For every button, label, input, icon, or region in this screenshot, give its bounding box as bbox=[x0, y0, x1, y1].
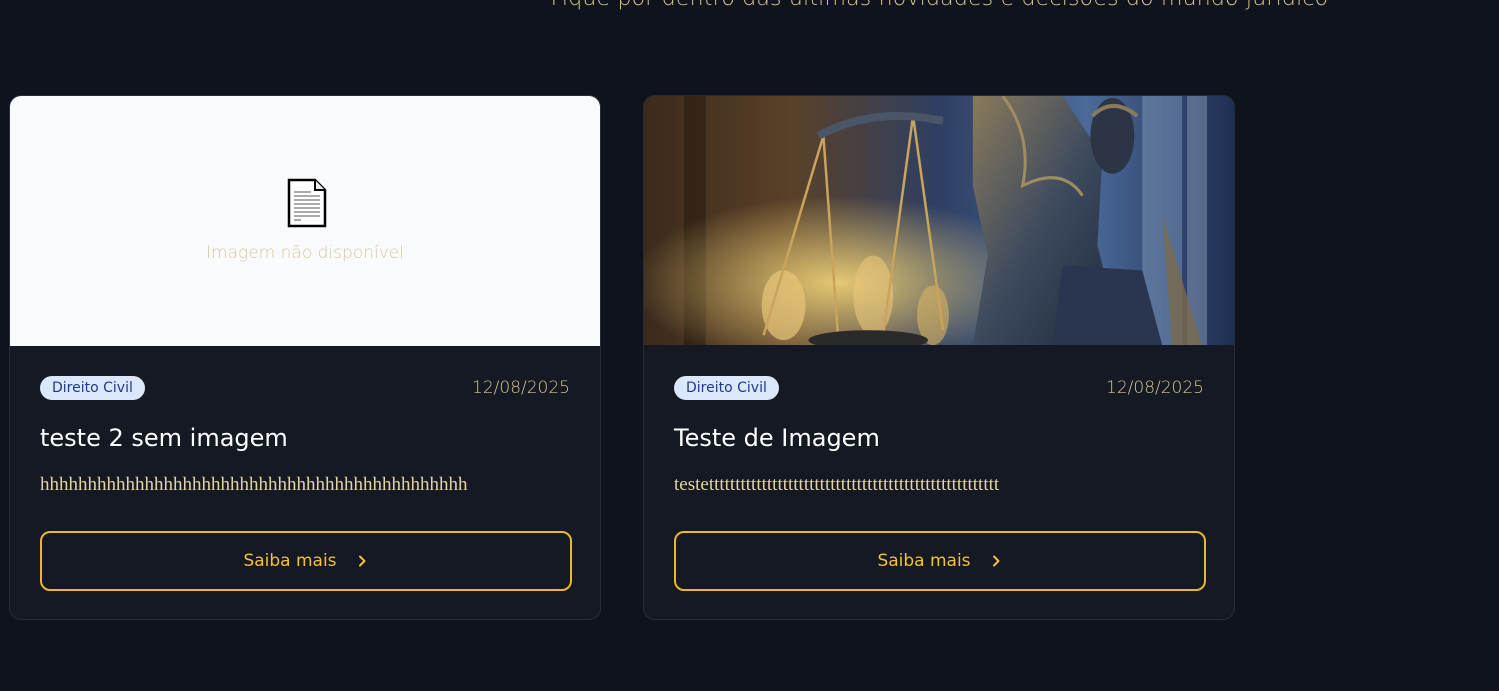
news-card: Direito Civil 12/08/2025 Teste de Imagem… bbox=[643, 95, 1235, 620]
post-date: 12/08/2025 bbox=[1106, 378, 1204, 398]
category-badge: Direito Civil bbox=[40, 376, 145, 400]
post-title[interactable]: teste 2 sem imagem bbox=[40, 424, 288, 452]
chevron-right-icon bbox=[358, 555, 366, 567]
post-date: 12/08/2025 bbox=[472, 378, 570, 398]
chevron-right-icon bbox=[992, 555, 1000, 567]
lady-justice-statue-photo bbox=[644, 96, 1234, 346]
image-placeholder: Imagem não disponível bbox=[10, 96, 600, 346]
post-excerpt: testettttttttttttttttttttttttttttttttttt… bbox=[674, 474, 1000, 495]
placeholder-text: Imagem não disponível bbox=[206, 243, 404, 263]
section-subtitle: Fique por dentro das últimas novidades e… bbox=[0, 0, 1499, 11]
read-more-label: Saiba mais bbox=[243, 551, 337, 571]
post-excerpt: hhhhhhhhhhhhhhhhhhhhhhhhhhhhhhhhhhhhhhhh… bbox=[40, 474, 468, 495]
category-badge: Direito Civil bbox=[674, 376, 779, 400]
document-icon bbox=[287, 178, 327, 228]
read-more-label: Saiba mais bbox=[877, 551, 971, 571]
news-section: Fique por dentro das últimas novidades e… bbox=[0, 0, 1499, 691]
post-image[interactable] bbox=[644, 96, 1234, 346]
read-more-button[interactable]: Saiba mais bbox=[674, 531, 1206, 591]
read-more-button[interactable]: Saiba mais bbox=[40, 531, 572, 591]
news-card: Imagem não disponível Direito Civil 12/0… bbox=[9, 95, 601, 620]
post-title[interactable]: Teste de Imagem bbox=[674, 424, 880, 452]
